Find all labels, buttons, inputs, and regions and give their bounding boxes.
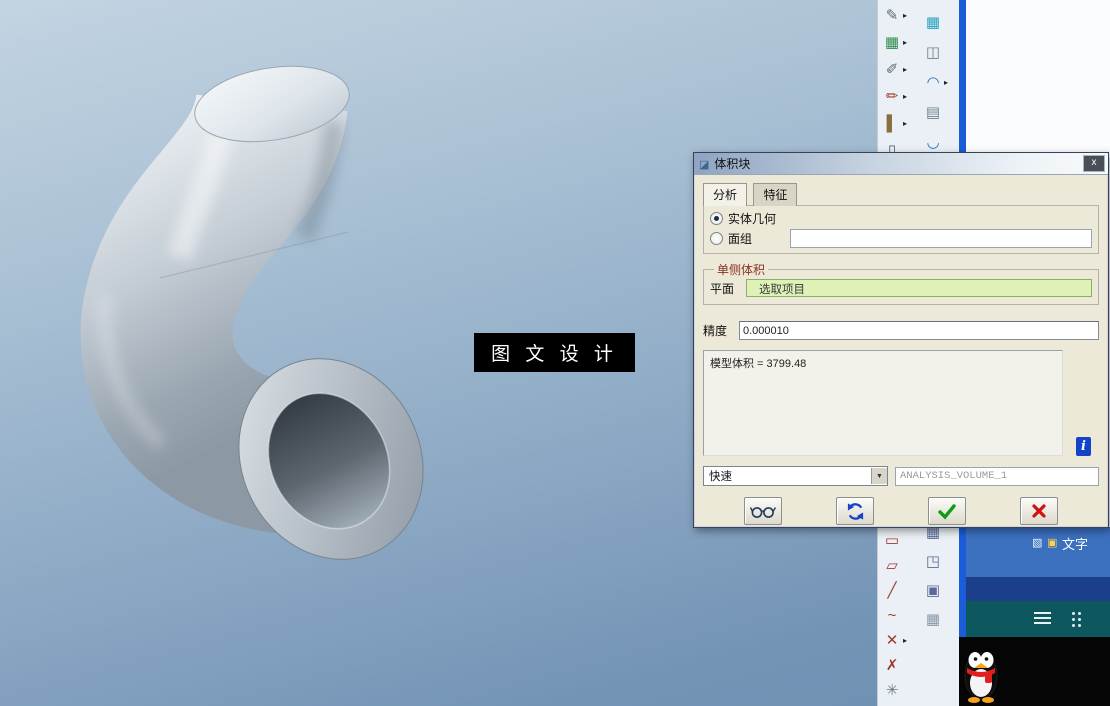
select-frame-tool-icon[interactable]: ▣ — [923, 576, 948, 605]
dialog-buttons — [703, 497, 1099, 525]
arc-up-tool-icon[interactable]: ◠ — [923, 68, 948, 98]
flyout-arrow-icon[interactable] — [903, 637, 907, 645]
precision-label: 精度 — [703, 324, 728, 338]
bottom-fields-row: 快速 — [703, 466, 1099, 486]
toolbar-column-b-top: ▦ ◫ ◠ ▤ ◡ — [923, 8, 948, 158]
delete-segment-tool-icon[interactable]: ✕ — [882, 628, 907, 653]
flyout-arrow-icon[interactable] — [903, 93, 907, 101]
plane-row: 平面 选取项目 — [710, 279, 1092, 297]
result-wrap: 模型体积 = 3799.48 i — [703, 350, 1099, 456]
check-icon — [938, 503, 956, 520]
parallelogram-tool-icon[interactable]: ▱ — [882, 553, 907, 578]
taskbar-area — [959, 637, 1110, 706]
flyout-arrow-icon[interactable] — [903, 12, 907, 20]
flyout-arrow-icon[interactable] — [903, 39, 907, 47]
textbox-tool-icon[interactable]: ▣ — [1047, 536, 1057, 549]
dialog-icon — [699, 155, 709, 173]
solid-geometry-label: 实体几何 — [728, 212, 777, 226]
toolbar-column-a-bottom: ▭ ▱ ╱ ~ ✕ ✗ ✳ — [882, 528, 907, 703]
dialog-body: 分析 特征 实体几何 面组 单侧体积 平面 选取项目 精度 0.000010 模… — [694, 175, 1108, 527]
preview-button[interactable] — [744, 497, 782, 525]
grid-surface-tool-icon[interactable]: ▦ — [923, 8, 948, 38]
toolbar-column-b-bottom: ▦ ◳ ▣ ▦ — [923, 518, 948, 634]
dialog-titlebar[interactable]: 体积块 x — [694, 153, 1108, 175]
result-text: 模型体积 = 3799.48 — [710, 358, 807, 370]
rectangle-tool-icon[interactable]: ▭ — [882, 528, 907, 553]
repeat-button[interactable] — [836, 497, 874, 525]
flyout-arrow-icon[interactable] — [944, 79, 948, 87]
quilt-option[interactable]: 面组 — [710, 230, 752, 247]
precision-row: 精度 — [703, 321, 1099, 340]
watermark-text: 图 文 设 计 — [491, 344, 618, 365]
result-area: 模型体积 = 3799.48 — [703, 350, 1063, 456]
layers-tool-icon[interactable]: ▤ — [923, 98, 948, 128]
column-tool-icon[interactable]: ▌ — [882, 110, 907, 137]
toolbar-column-a-top: ✎ ▦ ✐ ✏ ▌ ▯ — [882, 2, 907, 164]
axis-tool-icon[interactable]: ✳ — [882, 678, 907, 703]
close-button[interactable]: x — [1083, 155, 1105, 172]
radio-solid-geometry[interactable] — [710, 212, 723, 225]
player-bar — [966, 601, 1110, 637]
line-tool-icon[interactable]: ╱ — [882, 578, 907, 603]
text-tool-label[interactable]: 文字 — [1062, 534, 1088, 553]
quilt-collector[interactable] — [790, 229, 1092, 248]
analysis-name-input[interactable] — [895, 466, 1099, 486]
watermark-banner: 图 文 设 计 — [474, 333, 635, 372]
cross-point-tool-icon[interactable]: ✗ — [882, 653, 907, 678]
table-tool-icon[interactable]: ▦ — [882, 29, 907, 56]
plane-collector[interactable]: 选取项目 — [746, 279, 1092, 297]
qq-penguin-logo[interactable] — [963, 642, 999, 704]
one-side-volume-group: 单侧体积 平面 选取项目 — [703, 261, 1099, 305]
quality-value: 快速 — [709, 471, 732, 483]
radio-quilt[interactable] — [710, 232, 723, 245]
scale-box-tool-icon[interactable]: ◳ — [923, 547, 948, 576]
annotate-tool-icon[interactable]: ✎ — [882, 2, 907, 29]
flyout-arrow-icon[interactable] — [903, 120, 907, 128]
quality-dropdown[interactable]: 快速 — [703, 466, 888, 486]
panel-divider — [966, 577, 1110, 601]
tab-analysis[interactable]: 分析 — [703, 183, 748, 206]
solid-box-tool-icon[interactable]: ◫ — [923, 38, 948, 68]
precision-input[interactable] — [739, 321, 1099, 340]
refresh-arrows-icon — [847, 502, 863, 520]
cancel-button[interactable] — [1020, 497, 1058, 525]
geometry-group: 实体几何 面组 — [703, 205, 1099, 254]
volume-block-dialog: 体积块 x 分析 特征 实体几何 面组 单侧体积 平面 选 — [693, 152, 1109, 528]
spline-tool-icon[interactable]: ~ — [882, 603, 907, 628]
mesh-tool-icon[interactable]: ▦ — [923, 605, 948, 634]
close-x-icon — [1032, 504, 1046, 518]
menu-icon[interactable] — [1034, 612, 1051, 627]
plane-label: 平面 — [710, 281, 735, 296]
grid-dots-icon[interactable] — [1070, 610, 1082, 628]
flyout-arrow-icon[interactable] — [903, 66, 907, 74]
quilt-label: 面组 — [728, 232, 753, 246]
edit-tool-icon[interactable]: ✏ — [882, 83, 907, 110]
quilt-row: 面组 — [710, 229, 1092, 248]
eyeglasses-icon — [750, 506, 776, 518]
chevron-down-icon[interactable] — [871, 468, 887, 484]
solid-geometry-option[interactable]: 实体几何 — [710, 210, 1092, 227]
dialog-tabs: 分析 特征 — [703, 183, 1099, 206]
info-button[interactable]: i — [1076, 437, 1091, 456]
text-tool-panel: ▧ ▣ 文字 — [966, 527, 1110, 577]
image-tool-icon[interactable]: ▧ — [1032, 536, 1042, 549]
dialog-title: 体积块 — [714, 157, 751, 171]
sketch-tool-icon[interactable]: ✐ — [882, 56, 907, 83]
one-side-volume-title: 单侧体积 — [717, 263, 766, 277]
tab-feature[interactable]: 特征 — [753, 183, 798, 206]
ok-button[interactable] — [928, 497, 966, 525]
